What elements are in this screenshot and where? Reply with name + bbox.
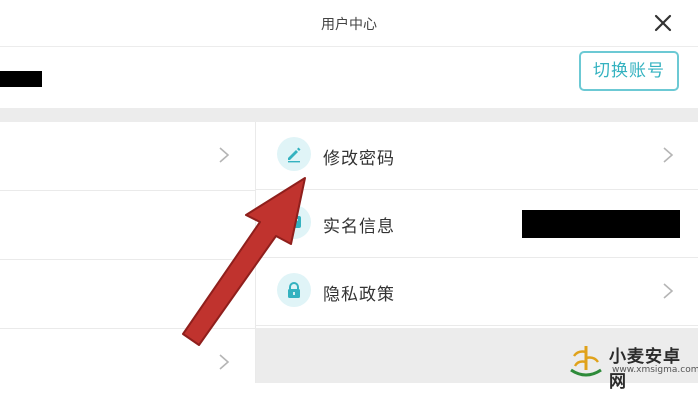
- watermark-logo-icon: [570, 346, 602, 377]
- watermark: 小麦安卓网 www.xmsigma.com: [565, 340, 698, 392]
- account-row: 切换账号: [0, 47, 698, 108]
- privacy-policy-item[interactable]: 隐私政策: [256, 258, 698, 326]
- left-menu-column: [0, 122, 256, 383]
- chevron-right-icon: [663, 283, 674, 299]
- icon-badge: [277, 137, 311, 171]
- redacted-info-value: [522, 210, 680, 238]
- section-divider: [0, 108, 698, 122]
- chevron-right-icon: [219, 147, 230, 163]
- left-menu-item[interactable]: [0, 329, 255, 397]
- close-button[interactable]: [650, 10, 676, 36]
- left-menu-item[interactable]: [0, 122, 255, 191]
- switch-account-button[interactable]: 切换账号: [579, 51, 679, 91]
- lock-icon: [288, 282, 300, 298]
- chevron-right-icon: [663, 147, 674, 163]
- watermark-url: www.xmsigma.com: [612, 365, 698, 375]
- icon-badge: [277, 273, 311, 307]
- redacted-username: [0, 71, 42, 87]
- edit-pencil-icon: [288, 147, 301, 163]
- change-password-label: 修改密码: [323, 149, 395, 169]
- real-name-info-label: 实名信息: [323, 217, 395, 237]
- privacy-policy-label: 隐私政策: [323, 285, 395, 305]
- chevron-right-icon: [219, 285, 230, 301]
- change-password-item[interactable]: 修改密码: [256, 122, 698, 190]
- real-name-info-item[interactable]: 实名信息: [256, 190, 698, 258]
- header-bar: 用户中心: [0, 0, 698, 47]
- icon-badge: [277, 205, 311, 239]
- left-menu-item[interactable]: [0, 260, 255, 329]
- left-menu-item[interactable]: [0, 191, 255, 260]
- page-title: 用户中心: [321, 17, 377, 33]
- id-card-icon: [287, 216, 301, 228]
- chevron-right-icon: [219, 354, 230, 370]
- close-icon: [654, 14, 672, 32]
